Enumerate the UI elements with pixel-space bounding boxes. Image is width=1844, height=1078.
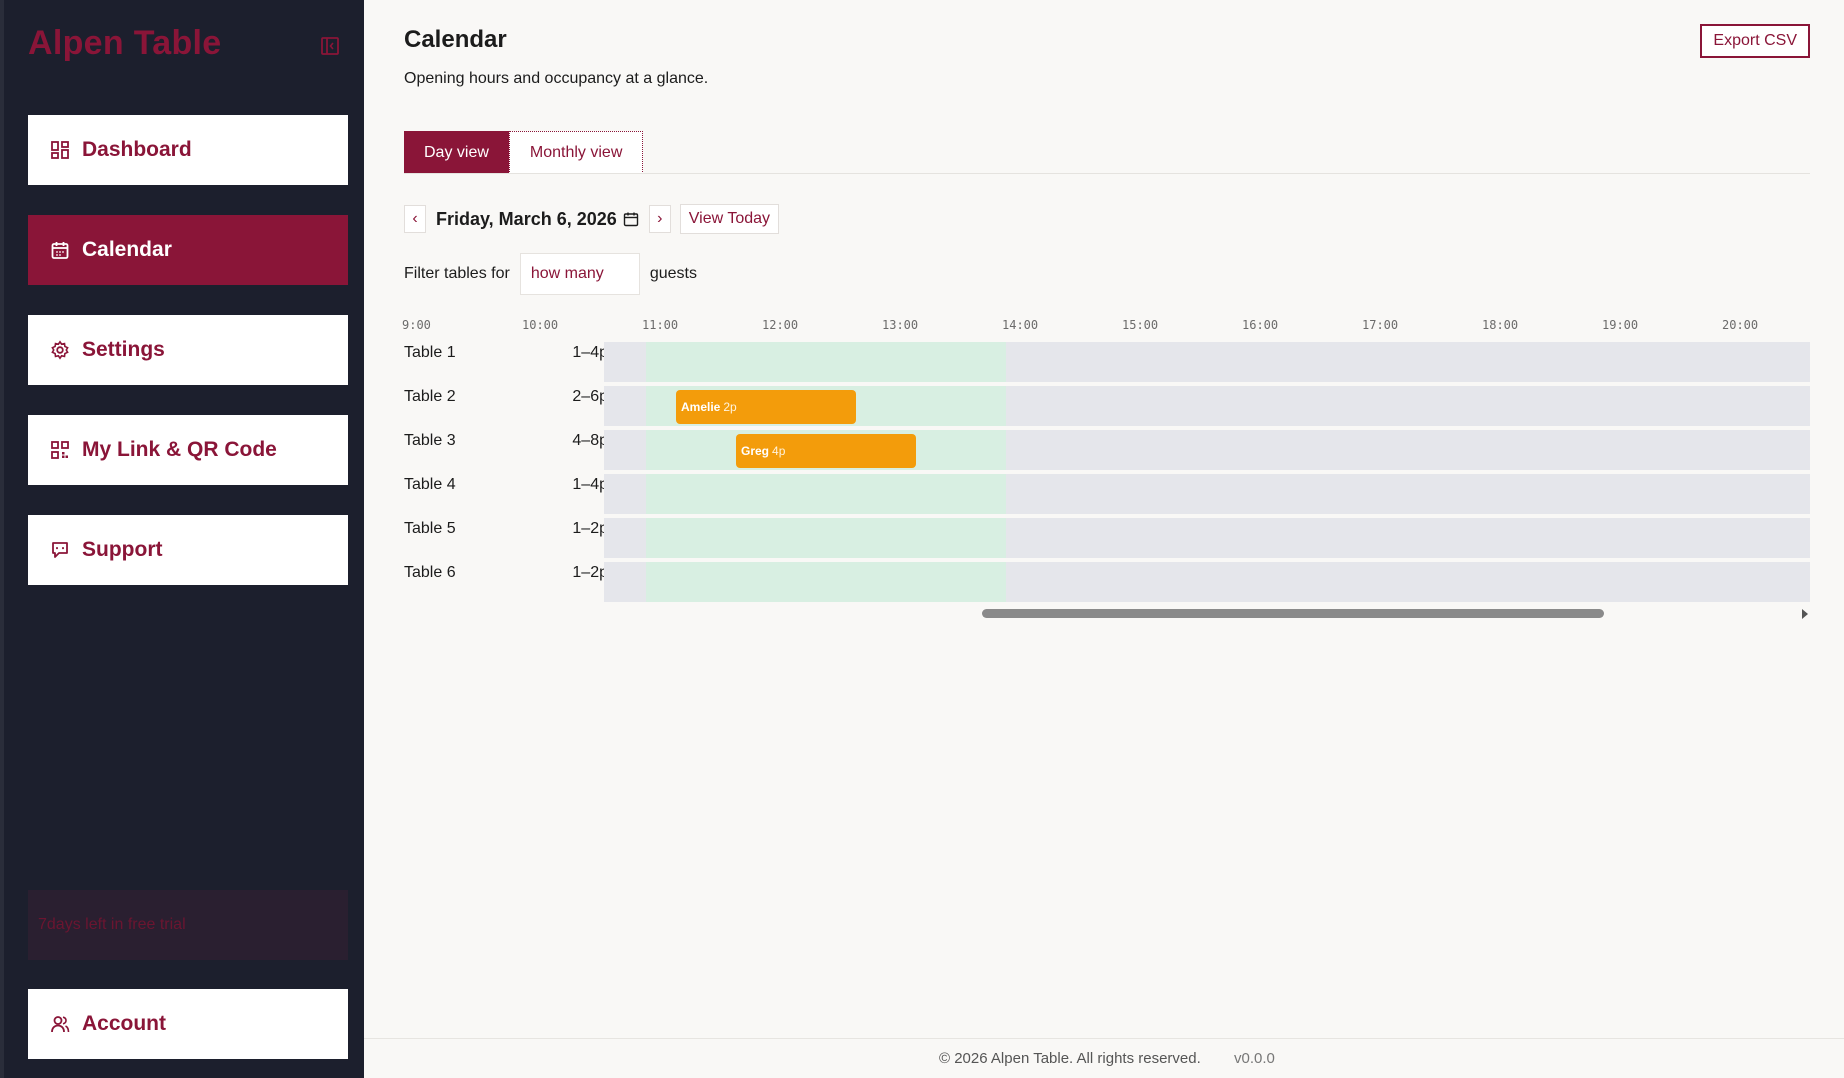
next-day-button[interactable]: › — [648, 205, 671, 233]
table-name: Table 3 — [404, 432, 456, 449]
hour-tick-label: 14:00 — [1002, 318, 1039, 332]
hour-tick-label: 15:00 — [1122, 318, 1159, 332]
sidebar-item-dashboard[interactable]: Dashboard — [28, 115, 348, 185]
table-timeline-track[interactable]: Amelie 2p — [604, 386, 1810, 426]
hour-tick-label: 10:00 — [522, 318, 559, 332]
booking-guest-name: Greg — [741, 444, 770, 458]
calendar-picker-icon[interactable] — [623, 211, 639, 227]
export-csv-button[interactable]: Export CSV — [1700, 24, 1810, 58]
horizontal-scrollbar[interactable] — [604, 606, 1810, 622]
table-capacity: 1–4p — [572, 476, 608, 493]
tab-day-view[interactable]: Day view — [404, 131, 509, 174]
booking-party-size: 4p — [772, 444, 786, 458]
booking-block[interactable]: Greg 4p — [736, 434, 916, 468]
guest-count-input[interactable] — [519, 253, 640, 295]
hour-tick-label: 17:00 — [1362, 318, 1399, 332]
previous-day-button[interactable]: ‹ — [404, 205, 426, 233]
sidebar-item-account[interactable]: Account — [28, 989, 348, 1059]
table-capacity: 2–6p — [572, 388, 608, 405]
dashboard-icon — [50, 140, 70, 160]
sidebar-item-settings[interactable]: Settings — [28, 315, 348, 385]
current-date[interactable]: Friday, March 6, 2026 — [436, 209, 617, 230]
sidebar-item-label: Calendar — [82, 238, 172, 261]
sidebar-item-label: Dashboard — [82, 138, 192, 161]
table-capacity: 1–4p — [572, 344, 608, 361]
trial-notice: 7days left in free trial — [28, 890, 348, 960]
sidebar-item-calendar[interactable]: Calendar — [28, 215, 348, 285]
tab-monthly-view[interactable]: Monthly view — [508, 131, 644, 174]
opening-hours-block — [646, 342, 1006, 382]
sidebar-item-label: Settings — [82, 338, 165, 361]
opening-hours-block — [646, 474, 1006, 514]
scrollbar-thumb[interactable] — [982, 609, 1604, 618]
sidebar-item-my-link-qr[interactable]: My Link & QR Code — [28, 415, 348, 485]
filter-suffix-label: guests — [649, 265, 697, 282]
hour-tick-label: 13:00 — [882, 318, 919, 332]
date-navigator: ‹ Friday, March 6, 2026 › View Today — [404, 204, 780, 234]
gear-icon — [50, 340, 70, 360]
view-tabs: Day view Monthly view — [404, 131, 644, 174]
guest-filter: Filter tables for guests — [404, 253, 697, 295]
table-name: Table 5 — [404, 520, 456, 537]
hour-tick-label: 11:00 — [642, 318, 679, 332]
sidebar-item-label: My Link & QR Code — [82, 438, 277, 461]
table-name: Table 4 — [404, 476, 456, 493]
table-timeline-track[interactable] — [604, 562, 1810, 602]
brand-logo[interactable]: Alpen Table — [28, 24, 221, 63]
table-timeline-track[interactable] — [604, 518, 1810, 558]
page-title: Calendar — [404, 26, 507, 53]
hour-tick-label: 19:00 — [1602, 318, 1639, 332]
footer-divider — [364, 1038, 1844, 1039]
table-timeline-track[interactable] — [604, 474, 1810, 514]
hour-tick-label: 9:00 — [402, 318, 431, 332]
booking-party-size: 2p — [723, 400, 737, 414]
hour-tick-label: 20:00 — [1722, 318, 1759, 332]
sidebar-item-support[interactable]: Support — [28, 515, 348, 585]
table-capacity: 4–8p — [572, 432, 608, 449]
calendar-icon — [50, 240, 70, 260]
booking-guest-name: Amelie — [681, 400, 721, 414]
scroll-right-arrow-icon[interactable] — [1802, 609, 1808, 619]
app-version: v0.0.0 — [1234, 1050, 1275, 1067]
users-icon — [50, 1014, 70, 1034]
table-capacity: 1–2p — [572, 520, 608, 537]
opening-hours-block — [646, 518, 1006, 558]
main-content: Calendar Opening hours and occupancy at … — [364, 0, 1844, 1078]
qr-code-icon — [50, 440, 70, 460]
page-subtitle: Opening hours and occupancy at a glance. — [404, 70, 709, 87]
collapse-sidebar-icon[interactable] — [320, 36, 340, 56]
booking-block[interactable]: Amelie 2p — [676, 390, 856, 424]
chat-icon — [50, 540, 70, 560]
hour-axis: 9:00 10:00 11:00 12:00 13:00 14:00 15:00 16:00 1… — [402, 318, 1810, 334]
sidebar: Alpen Table Dashboard Calendar Settings … — [0, 0, 364, 1078]
sidebar-item-label: Account — [82, 1012, 166, 1035]
sidebar-item-label: Support — [82, 538, 163, 561]
footer-copyright: © 2026 Alpen Table. All rights reserved. — [939, 1050, 1201, 1067]
opening-hours-block — [646, 562, 1006, 602]
view-today-button[interactable]: View Today — [679, 204, 780, 234]
hour-tick-label: 12:00 — [762, 318, 799, 332]
table-timeline-track[interactable] — [604, 342, 1810, 382]
table-name: Table 6 — [404, 564, 456, 581]
table-capacity: 1–2p — [572, 564, 608, 581]
table-timeline-track[interactable]: Greg 4p — [604, 430, 1810, 470]
table-name: Table 1 — [404, 344, 456, 361]
divider — [404, 173, 1810, 174]
table-name: Table 2 — [404, 388, 456, 405]
hour-tick-label: 18:00 — [1482, 318, 1519, 332]
hour-tick-label: 16:00 — [1242, 318, 1279, 332]
filter-prefix-label: Filter tables for — [404, 265, 510, 282]
